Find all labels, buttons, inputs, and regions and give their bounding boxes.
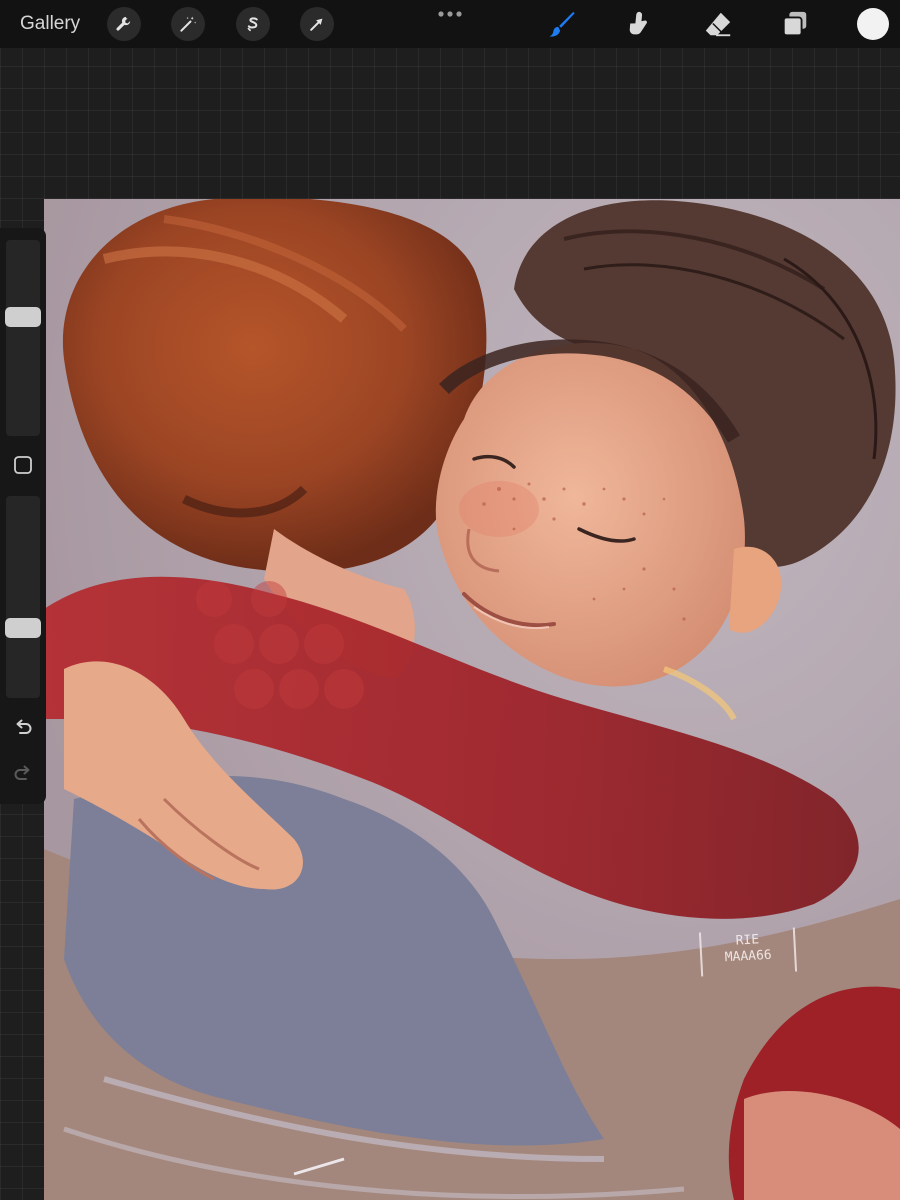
wrench-icon <box>116 16 131 31</box>
selection-s-icon <box>247 17 258 32</box>
redo-icon <box>14 765 30 780</box>
gallery-button[interactable]: Gallery <box>20 12 80 36</box>
signature-line-2: MAAA66 <box>724 947 773 966</box>
arrow-cursor-icon <box>310 18 323 31</box>
smudge-tool-button[interactable] <box>622 8 654 40</box>
brush-tool-button[interactable] <box>546 8 578 40</box>
smudge-finger-icon <box>629 11 647 35</box>
square-modify-icon <box>14 456 32 474</box>
magic-wand-icon <box>180 16 197 32</box>
artwork-painting <box>44 199 900 1200</box>
brush-size-slider-thumb[interactable] <box>5 307 41 327</box>
undo-icon <box>16 719 32 734</box>
drawing-canvas[interactable]: RIE MAAA66 <box>44 199 900 1200</box>
more-options-button[interactable] <box>432 6 468 22</box>
brush-icon <box>549 11 575 37</box>
artist-signature: RIE MAAA66 <box>698 927 798 977</box>
undo-button[interactable] <box>11 716 35 740</box>
layers-icon <box>782 11 807 37</box>
layers-button[interactable] <box>779 8 811 40</box>
eraser-icon <box>705 12 731 37</box>
actions-button[interactable] <box>107 7 141 41</box>
brush-opacity-slider-thumb[interactable] <box>5 618 41 638</box>
left-sidebar <box>0 228 46 804</box>
adjustments-button[interactable] <box>171 7 205 41</box>
transform-button[interactable] <box>300 7 334 41</box>
brush-opacity-slider[interactable] <box>5 496 41 698</box>
color-picker-button[interactable] <box>857 8 889 40</box>
redo-button[interactable] <box>11 762 35 786</box>
selection-button[interactable] <box>236 7 270 41</box>
top-toolbar: Gallery <box>0 0 900 48</box>
procreate-app: Gallery RIE MAAA66 <box>0 0 900 1200</box>
brush-size-slider[interactable] <box>5 240 41 436</box>
modify-button[interactable] <box>13 455 33 475</box>
more-dots-icon <box>438 11 462 17</box>
eraser-tool-button[interactable] <box>702 8 734 40</box>
